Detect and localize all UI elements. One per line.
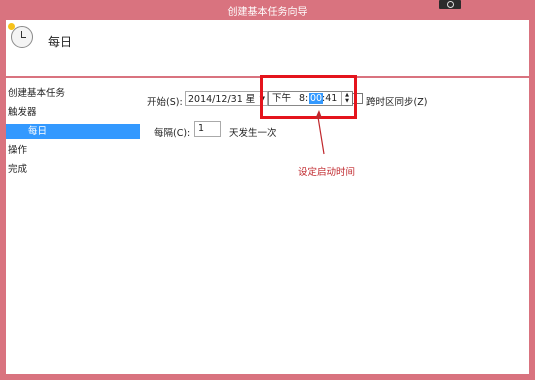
- annotation-arrow: [315, 110, 325, 155]
- calendar-clock-icon: [8, 23, 33, 48]
- wizard-header: 每日: [6, 20, 529, 76]
- annotation-text: 设定启动时间: [298, 167, 356, 178]
- wizard-content: 创建基本任务 触发器 每日 操作 完成 开始(S): 2014/12/31 星 …: [6, 75, 529, 374]
- camera-icon: [439, 0, 461, 9]
- page-title: 每日: [48, 35, 73, 49]
- title-bar: 创建基本任务向导: [0, 0, 535, 20]
